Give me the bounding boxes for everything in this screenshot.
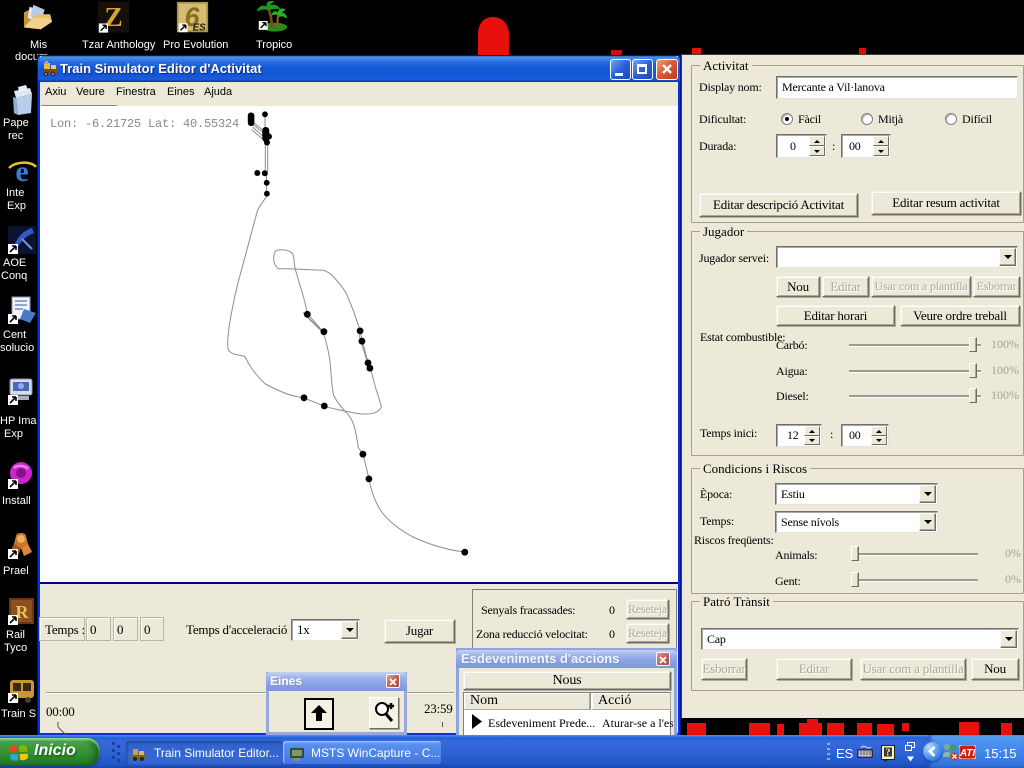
svg-text:ATI: ATI: [959, 748, 975, 759]
svg-text:?: ?: [886, 748, 891, 759]
svg-text:ES: ES: [193, 22, 207, 33]
svg-text:e: e: [15, 155, 28, 186]
